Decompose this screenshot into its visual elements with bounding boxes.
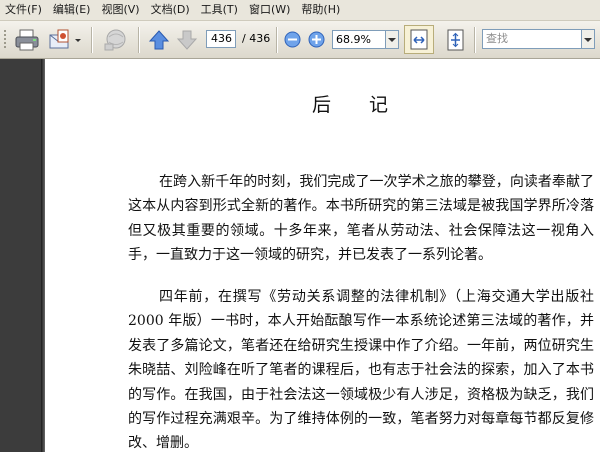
toolbar-separator: [138, 27, 139, 53]
email-icon[interactable]: [48, 27, 82, 53]
next-page-icon[interactable]: [176, 29, 198, 51]
document-left-margin: [0, 59, 41, 452]
toolbar-separator: [474, 27, 475, 53]
menu-file[interactable]: 文件(F): [0, 0, 48, 20]
chevron-down-icon: [584, 38, 592, 42]
zoom-level-input[interactable]: 68.9%: [332, 30, 386, 49]
document-paragraph: 在跨入新千年的时刻，我们完成了一次学术之旅的攀登，向读者奉献了这本从内容到形式全…: [128, 174, 594, 264]
search-dropdown-button[interactable]: [582, 29, 595, 49]
zoom-dropdown-button[interactable]: [386, 30, 399, 49]
menu-bar: 文件(F) 编辑(E) 视图(V) 文档(D) 工具(T) 窗口(W) 帮助(H…: [0, 0, 600, 21]
menu-edit[interactable]: 编辑(E): [48, 0, 97, 20]
menu-window[interactable]: 窗口(W): [244, 0, 296, 20]
page-number-input[interactable]: 436: [206, 30, 236, 48]
menu-view[interactable]: 视图(V): [96, 0, 145, 20]
page-title: 后记: [312, 94, 427, 116]
search-input[interactable]: 查找: [482, 29, 582, 49]
page-total-label: / 436: [242, 32, 271, 45]
menu-tools[interactable]: 工具(T): [196, 0, 244, 20]
zoom-in-icon[interactable]: [308, 31, 325, 48]
collaborate-icon[interactable]: [101, 27, 131, 53]
document-paragraph: 四年前，在撰写《劳动关系调整的法律机制》（上海交通大学出版社 2000 年版）一…: [128, 289, 594, 452]
chevron-down-icon: [388, 38, 396, 42]
toolbar-separator: [91, 27, 92, 53]
zoom-out-icon[interactable]: [284, 31, 301, 48]
toolbar-separator: [276, 27, 277, 53]
fit-page-icon[interactable]: [442, 27, 468, 53]
menu-help[interactable]: 帮助(H): [296, 0, 346, 20]
toolbar-grip-icon[interactable]: [3, 28, 7, 52]
menu-document[interactable]: 文档(D): [146, 0, 196, 20]
fit-width-icon: [410, 29, 428, 50]
fit-width-button[interactable]: [404, 25, 434, 54]
print-icon[interactable]: [14, 28, 40, 52]
previous-page-icon[interactable]: [148, 29, 170, 51]
toolbar: 436 / 436 68.9% 查找: [0, 21, 600, 59]
